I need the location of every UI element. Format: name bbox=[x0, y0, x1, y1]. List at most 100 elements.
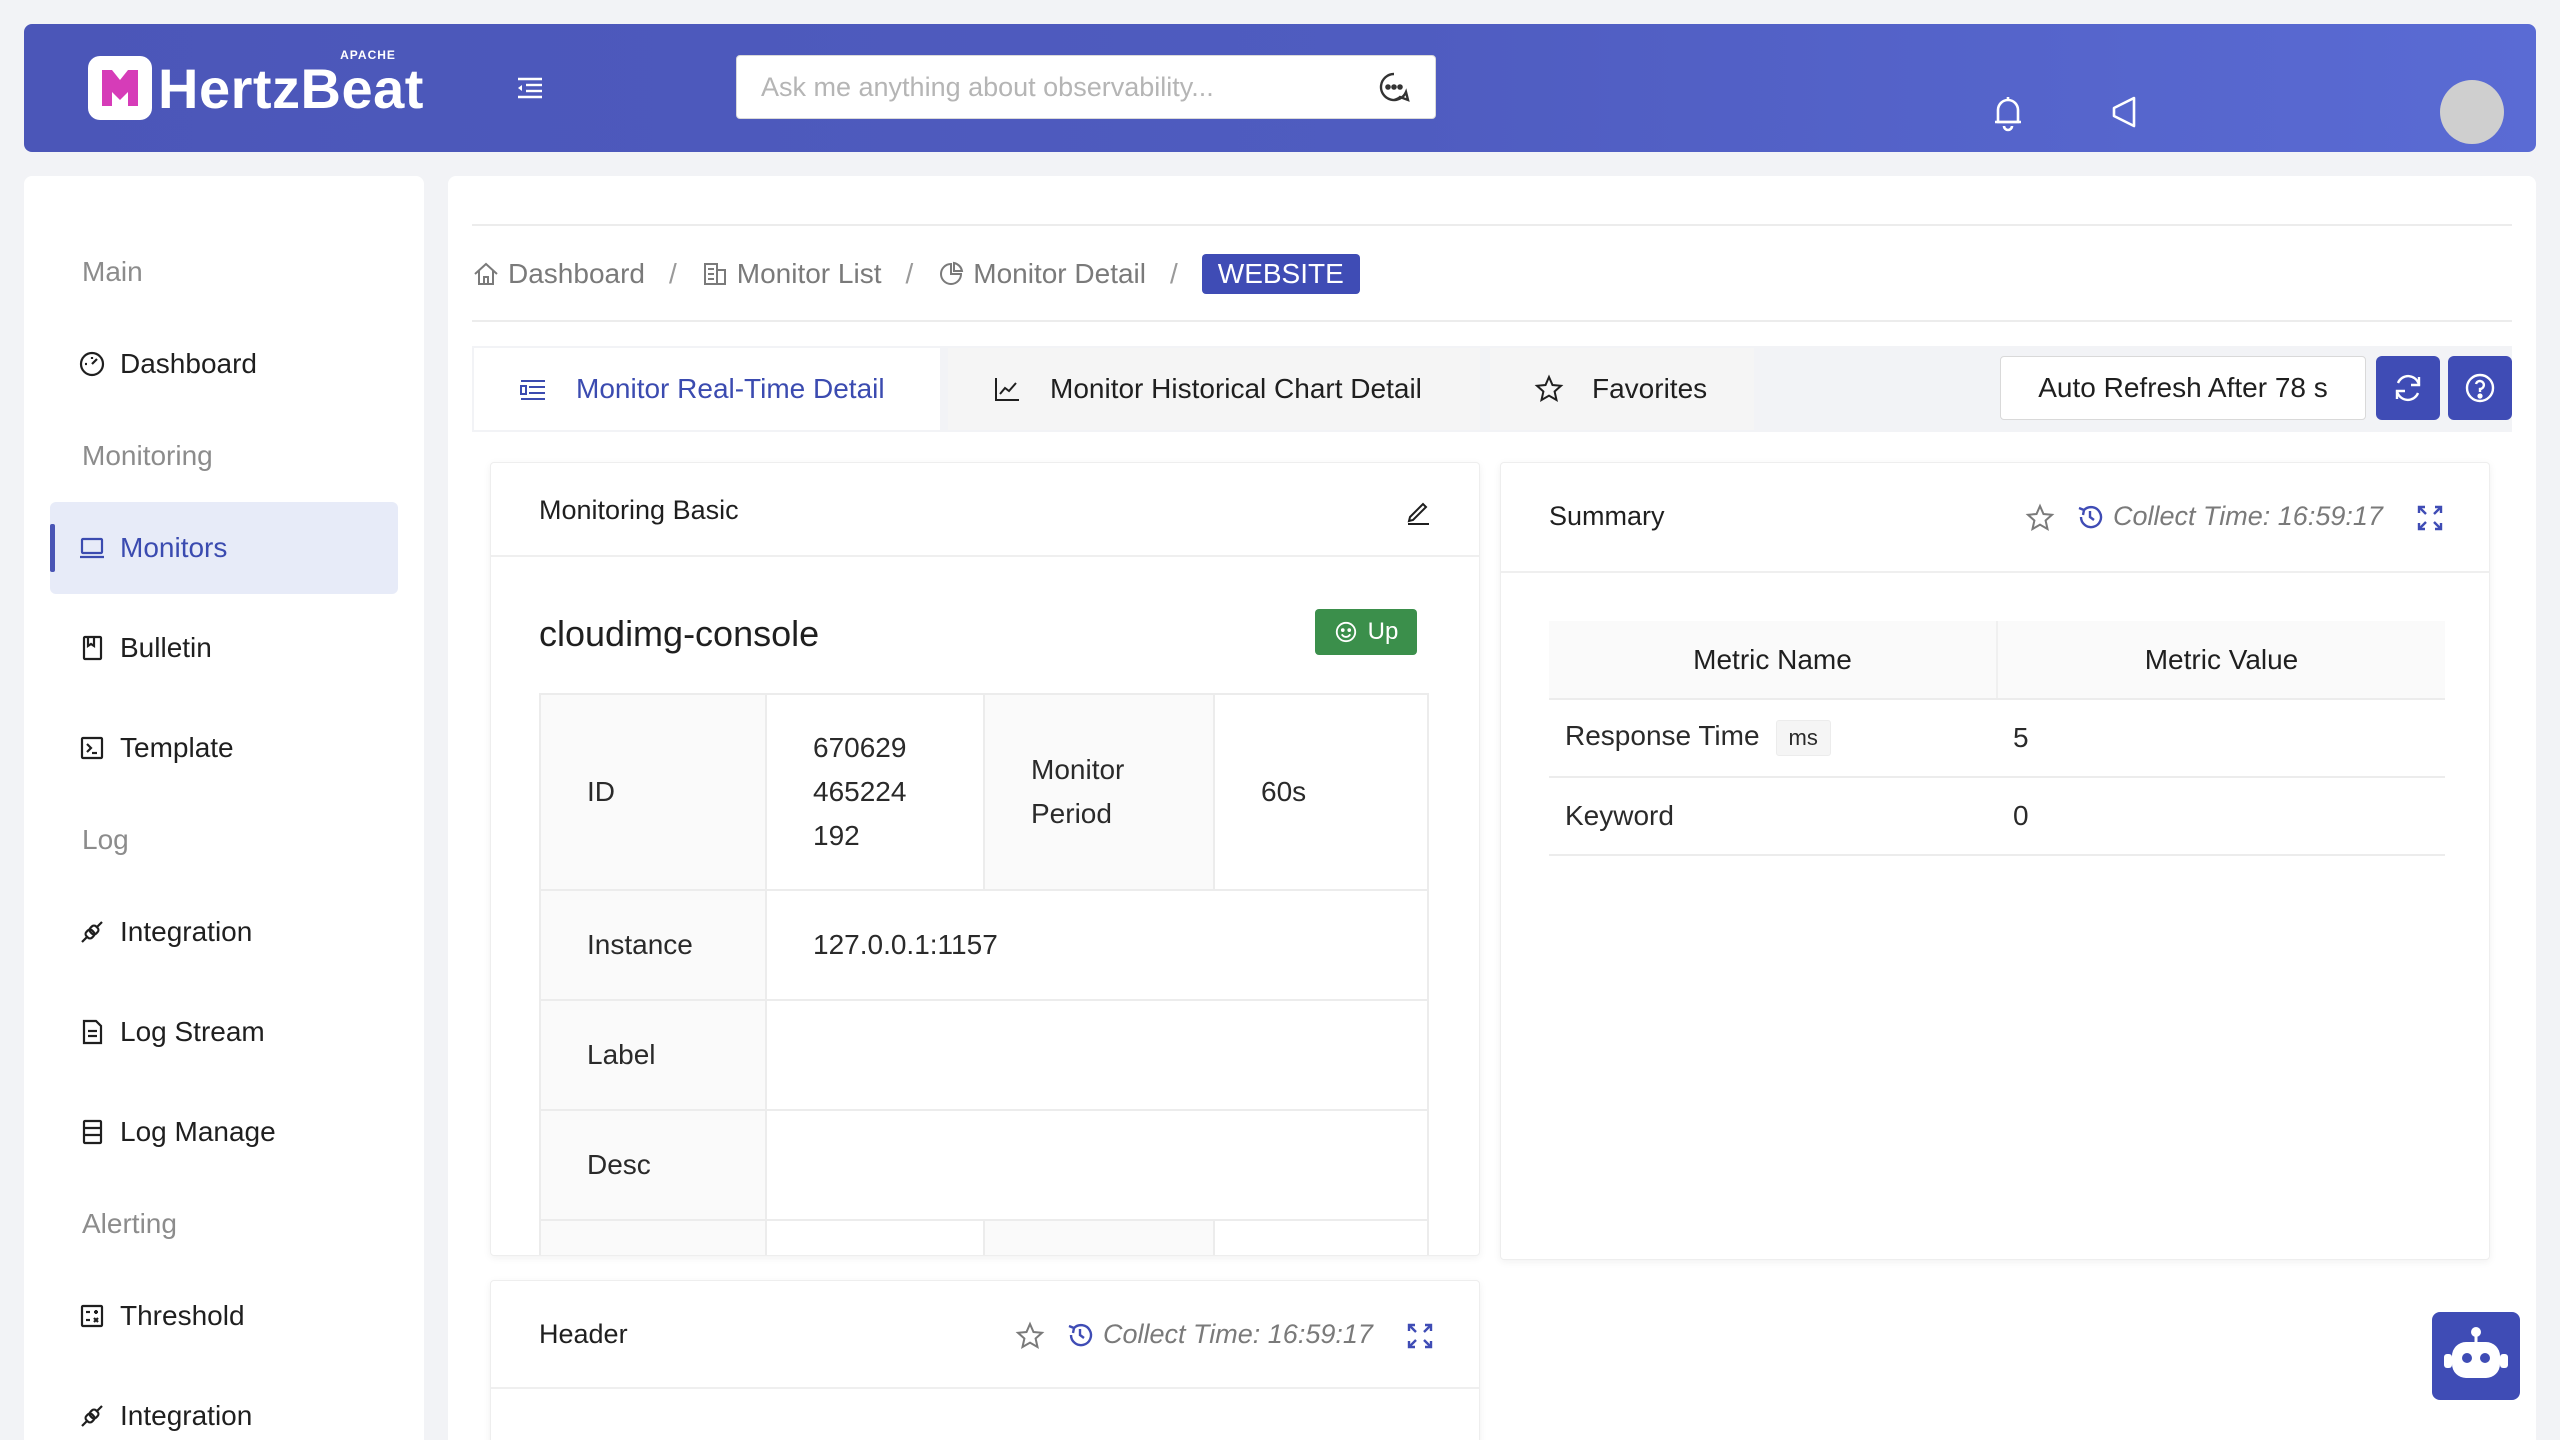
notification-icon[interactable] bbox=[2104, 92, 2144, 132]
sidebar-item-integration[interactable]: Integration bbox=[50, 886, 398, 978]
sidebar-item-log-manage[interactable]: Log Manage bbox=[50, 1086, 398, 1178]
ai-assistant-button[interactable] bbox=[2432, 1312, 2520, 1400]
sidebar-item-bulletin[interactable]: Bulletin bbox=[50, 602, 398, 694]
collect-time: Collect Time: 16:59:17 bbox=[1065, 1319, 1373, 1350]
search-box bbox=[736, 55, 1436, 119]
sidebar-item-label: Integration bbox=[120, 1400, 253, 1431]
tab-realtime-detail[interactable]: Monitor Real-Time Detail bbox=[474, 348, 940, 430]
card-header: Summary Collect Time: 16:59:17 bbox=[1501, 463, 2489, 573]
metric-value: 0 bbox=[1997, 777, 2445, 856]
chat-icon[interactable] bbox=[1377, 70, 1411, 104]
breadcrumb-monitor-detail[interactable]: Monitor Detail bbox=[937, 258, 1146, 290]
label-label: Label bbox=[539, 999, 767, 1111]
sidebar-item-dashboard[interactable]: Dashboard bbox=[50, 318, 398, 410]
card-header: Monitoring Basic bbox=[491, 463, 1479, 557]
calculator-icon bbox=[78, 1302, 106, 1330]
label-value bbox=[765, 999, 1429, 1111]
robot-icon bbox=[2444, 1327, 2508, 1378]
breadcrumb-separator: / bbox=[905, 258, 914, 289]
sidebar-item-label: Monitors bbox=[120, 532, 228, 563]
column-header: Metric Name bbox=[1549, 621, 1998, 700]
sidebar: Main Dashboard Monitoring Monitors Bulle… bbox=[24, 176, 424, 1440]
sidebar-item-label: Log Manage bbox=[120, 1116, 276, 1147]
breadcrumb-monitor-list[interactable]: Monitor List bbox=[701, 258, 882, 290]
status-text: Up bbox=[1367, 618, 1399, 645]
edit-icon[interactable] bbox=[1405, 499, 1431, 525]
period-label-line: Monitor bbox=[1031, 754, 1125, 785]
top-header: HertzBeat APACHE bbox=[24, 24, 2536, 152]
home-icon bbox=[474, 262, 498, 285]
desc-value bbox=[765, 1109, 1429, 1221]
monitor-name: cloudimg-console bbox=[539, 613, 820, 654]
history-icon bbox=[2078, 505, 2103, 528]
file-icon bbox=[78, 1018, 106, 1046]
book-icon bbox=[78, 634, 106, 662]
monitoring-basic-card: Monitoring Basic cloudimg-console Up ID … bbox=[490, 462, 1480, 1256]
search-input[interactable] bbox=[761, 71, 1377, 103]
logo-apache-superscript: APACHE bbox=[340, 47, 396, 62]
table-row: Label bbox=[539, 999, 1429, 1111]
breadcrumb-label: Monitor List bbox=[736, 258, 882, 289]
collect-time-text: Collect Time: 16:59:17 bbox=[2113, 501, 2383, 531]
logo-mark-icon bbox=[88, 56, 152, 120]
api-icon bbox=[78, 918, 106, 946]
sidebar-item-integration-alert[interactable]: Integration bbox=[50, 1370, 398, 1440]
status-badge: Up bbox=[1315, 609, 1417, 655]
column-header: Metric Value bbox=[1997, 621, 2445, 700]
id-value-line: 465224 bbox=[813, 776, 907, 807]
dashboard-icon bbox=[78, 350, 106, 378]
table-row: Instance 127.0.0.1:1157 bbox=[539, 889, 1429, 1001]
sidebar-item-label: Threshold bbox=[120, 1300, 245, 1331]
sidebar-item-monitors[interactable]: Monitors bbox=[50, 502, 398, 594]
star-icon[interactable] bbox=[1015, 1321, 1045, 1351]
table-cell bbox=[983, 1219, 1215, 1255]
tab-favorites[interactable]: Favorites bbox=[1490, 348, 1754, 430]
table-row bbox=[539, 1219, 1429, 1255]
sidebar-item-template[interactable]: Template bbox=[50, 702, 398, 794]
user-avatar[interactable] bbox=[2440, 80, 2504, 144]
divider bbox=[472, 320, 2512, 322]
card-header: Header Collect Time: 16:59:17 bbox=[491, 1281, 1479, 1389]
breadcrumb-label: Monitor Detail bbox=[973, 258, 1146, 289]
instance-value: 127.0.0.1:1157 bbox=[765, 889, 1429, 1001]
sidebar-item-label: Log Stream bbox=[120, 1016, 265, 1047]
tab-label: Monitor Real-Time Detail bbox=[576, 373, 885, 404]
list-icon bbox=[520, 380, 545, 400]
metric-name-text: Response Time bbox=[1565, 720, 1760, 751]
line-chart-icon bbox=[995, 378, 1019, 401]
sidebar-item-threshold[interactable]: Threshold bbox=[50, 1270, 398, 1362]
sync-icon bbox=[2395, 374, 2421, 402]
history-icon bbox=[1068, 1323, 1093, 1346]
header-metrics-card: Header Collect Time: 16:59:17 bbox=[490, 1280, 1480, 1440]
help-button[interactable] bbox=[2448, 356, 2512, 420]
sidebar-group-log: Log bbox=[82, 824, 129, 855]
monitor-basic-table: ID 670629 465224 192 Monitor Period 60s … bbox=[539, 693, 1429, 1255]
fullscreen-icon[interactable] bbox=[1405, 1321, 1435, 1351]
tab-historical-chart[interactable]: Monitor Historical Chart Detail bbox=[948, 348, 1480, 430]
main-content: Dashboard / Monitor List / Monitor Detai… bbox=[448, 176, 2536, 1440]
tab-label: Favorites bbox=[1592, 373, 1708, 404]
table-header-row: Metric Name Metric Value bbox=[1549, 621, 2445, 700]
refresh-button[interactable] bbox=[2376, 356, 2440, 420]
bell-icon[interactable] bbox=[1988, 92, 2028, 132]
question-circle-icon bbox=[2465, 373, 2495, 403]
star-icon[interactable] bbox=[2025, 503, 2055, 533]
metric-name: Response Time ms bbox=[1549, 699, 1997, 778]
sidebar-group-monitoring: Monitoring bbox=[82, 440, 213, 471]
summary-table: Metric Name Metric Value Response Time ms… bbox=[1549, 621, 2445, 856]
menu-fold-icon[interactable] bbox=[514, 72, 546, 104]
auto-refresh-button[interactable]: Auto Refresh After 78 s bbox=[2000, 356, 2366, 420]
desc-label: Desc bbox=[539, 1109, 767, 1221]
id-value: 670629 465224 192 bbox=[765, 693, 985, 891]
hertzbeat-logo[interactable]: HertzBeat APACHE bbox=[88, 48, 424, 120]
breadcrumb-separator: / bbox=[668, 258, 677, 289]
fullscreen-icon[interactable] bbox=[2415, 503, 2445, 533]
sidebar-item-log-stream[interactable]: Log Stream bbox=[50, 986, 398, 1078]
period-value: 60s bbox=[1213, 693, 1429, 891]
metric-name-text: Keyword bbox=[1565, 800, 1674, 831]
breadcrumb-dashboard[interactable]: Dashboard bbox=[472, 258, 645, 290]
api-icon bbox=[78, 1402, 106, 1430]
instance-label: Instance bbox=[539, 889, 767, 1001]
table-row: Desc bbox=[539, 1109, 1429, 1221]
breadcrumb-current-tag: WEBSITE bbox=[1201, 254, 1360, 294]
